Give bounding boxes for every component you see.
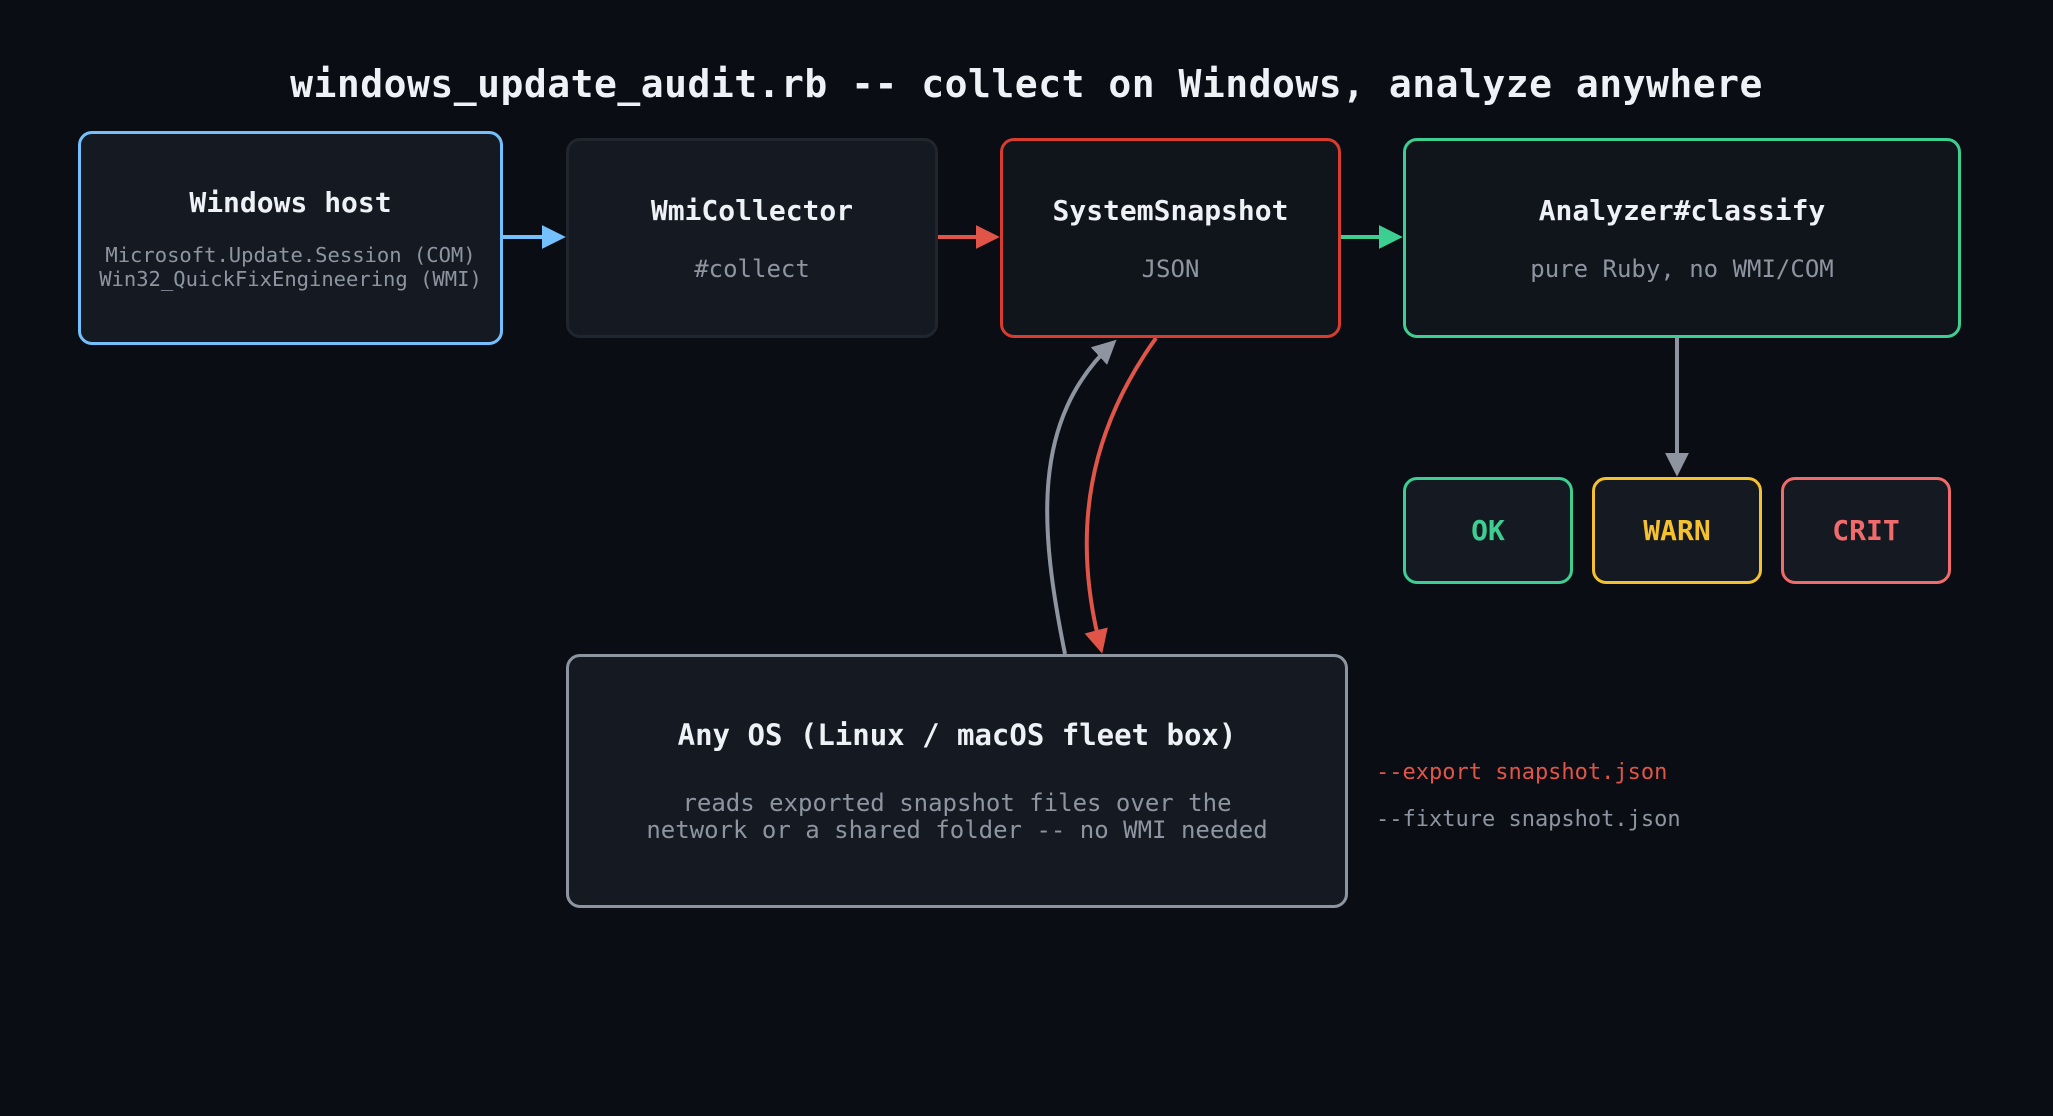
windows-host-box: Windows host Microsoft.Update.Session (C… — [78, 131, 503, 345]
any-os-box: Any OS (Linux / macOS fleet box) reads e… — [566, 654, 1348, 908]
any-os-title: Any OS (Linux / macOS fleet box) — [677, 718, 1237, 752]
analyzer-detail: pure Ruby, no WMI/COM — [1530, 254, 1834, 283]
fixture-flag-label: --fixture snapshot.json — [1376, 807, 1681, 832]
analyzer-box: Analyzer#classify pure Ruby, no WMI/COM — [1403, 138, 1961, 338]
system-snapshot-box: SystemSnapshot JSON — [1000, 138, 1341, 338]
windows-host-title: Windows host — [189, 185, 392, 219]
arrow-export-from-snapshot — [1084, 336, 1158, 654]
wmi-collector-title: WmiCollector — [650, 193, 854, 227]
windows-host-detail: Microsoft.Update.Session (COM) Win32_Qui… — [99, 242, 482, 291]
status-crit-badge: CRIT — [1781, 477, 1951, 584]
analyzer-title: Analyzer#classify — [1538, 193, 1826, 227]
architecture-diagram: windows_update_audit.rb -- collect on Wi… — [0, 0, 2053, 1116]
diagram-title: windows_update_audit.rb -- collect on Wi… — [290, 62, 1763, 106]
wmi-collector-box: WmiCollector #collect — [566, 138, 938, 338]
status-ok-badge: OK — [1403, 477, 1573, 584]
any-os-detail: reads exported snapshot files over the n… — [646, 789, 1268, 844]
system-snapshot-title: SystemSnapshot — [1052, 193, 1289, 227]
arrow-fixture-to-snapshot — [1045, 339, 1117, 655]
export-flag-label: --export snapshot.json — [1376, 760, 1668, 785]
status-warn-badge: WARN — [1592, 477, 1762, 584]
wmi-collector-detail: #collect — [694, 254, 810, 283]
system-snapshot-detail: JSON — [1141, 254, 1200, 283]
